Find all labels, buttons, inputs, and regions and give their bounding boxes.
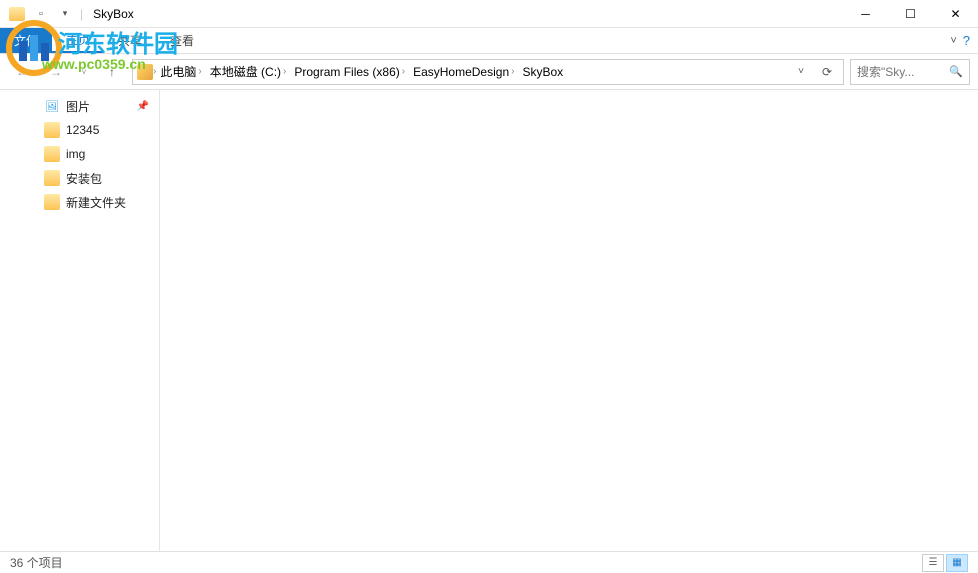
ribbon: 文件 主页 共享 查看 ˅ ? — [0, 28, 978, 54]
qat-dropdown-icon[interactable]: ▾ — [54, 3, 76, 25]
sidebar-item-img[interactable]: img — [0, 142, 159, 166]
sidebar-item-label: 新建文件夹 — [66, 194, 126, 211]
breadcrumb[interactable]: › 此电脑› 本地磁盘 (C:)› Program Files (x86)› E… — [132, 59, 844, 85]
crumb-app[interactable]: EasyHomeDesign› — [409, 65, 518, 79]
folder-icon — [44, 194, 60, 210]
status-bar: 36 个项目 ☰ ▦ — [0, 551, 978, 573]
crumb-folder[interactable]: SkyBox — [518, 65, 567, 79]
search-input[interactable]: 🔍 — [850, 59, 970, 85]
sidebar-item-label: 12345 — [66, 123, 99, 137]
qat-properties-icon[interactable]: ▫ — [30, 3, 52, 25]
crumb-drive[interactable]: 本地磁盘 (C:)› — [206, 63, 291, 80]
tab-home[interactable]: 主页 — [52, 28, 104, 53]
crumb-progfiles[interactable]: Program Files (x86)› — [290, 65, 409, 79]
breadcrumb-dropdown-icon[interactable]: ˅ — [789, 60, 813, 84]
tab-share[interactable]: 共享 — [104, 28, 156, 53]
sidebar-item-安装包[interactable]: 安装包 — [0, 166, 159, 190]
ribbon-expand-icon[interactable]: ˅ — [950, 35, 956, 47]
address-bar: ← → ˅ ↑ › 此电脑› 本地磁盘 (C:)› Program Files … — [0, 54, 978, 90]
nav-back-button[interactable]: ← — [8, 58, 36, 86]
window-title: SkyBox — [93, 7, 134, 21]
sidebar: 🖼 图片 📌 12345 img 安装包新建文件夹 — [0, 90, 160, 551]
file-grid — [160, 90, 978, 551]
qat-separator: | — [80, 7, 83, 21]
sidebar-item-图片[interactable]: 🖼 图片 📌 — [0, 94, 159, 118]
sidebar-item-label: 图片 — [66, 98, 90, 115]
breadcrumb-folder-icon — [137, 64, 153, 80]
pic-icon: 🖼 — [44, 98, 60, 114]
view-thumbnails-button[interactable]: ▦ — [946, 554, 968, 572]
refresh-button[interactable]: ⟳ — [815, 60, 839, 84]
folder-icon — [6, 3, 28, 25]
nav-up-button[interactable]: ↑ — [98, 58, 126, 86]
close-button[interactable]: ✕ — [933, 0, 978, 28]
nav-recent-dropdown[interactable]: ˅ — [76, 58, 92, 86]
crumb-pc[interactable]: 此电脑› — [156, 63, 205, 80]
tab-view[interactable]: 查看 — [156, 28, 208, 53]
maximize-button[interactable]: ☐ — [888, 0, 933, 28]
item-count: 36 个项目 — [10, 554, 63, 571]
sidebar-item-label: img — [66, 147, 85, 161]
folder-icon — [44, 146, 60, 162]
folder-icon — [44, 170, 60, 186]
titlebar: ▫ ▾ | SkyBox ─ ☐ ✕ — [0, 0, 978, 28]
minimize-button[interactable]: ─ — [843, 0, 888, 28]
view-details-button[interactable]: ☰ — [922, 554, 944, 572]
sidebar-item-label: 安装包 — [66, 170, 102, 187]
folder-icon — [44, 122, 60, 138]
help-icon[interactable]: ? — [963, 33, 970, 48]
sidebar-item-新建文件夹[interactable]: 新建文件夹 — [0, 190, 159, 214]
sidebar-item-12345[interactable]: 12345 — [0, 118, 159, 142]
search-icon: 🔍 — [949, 65, 963, 78]
nav-forward-button[interactable]: → — [42, 58, 70, 86]
pin-icon: 📌 — [137, 101, 149, 112]
file-tab[interactable]: 文件 — [0, 28, 52, 53]
